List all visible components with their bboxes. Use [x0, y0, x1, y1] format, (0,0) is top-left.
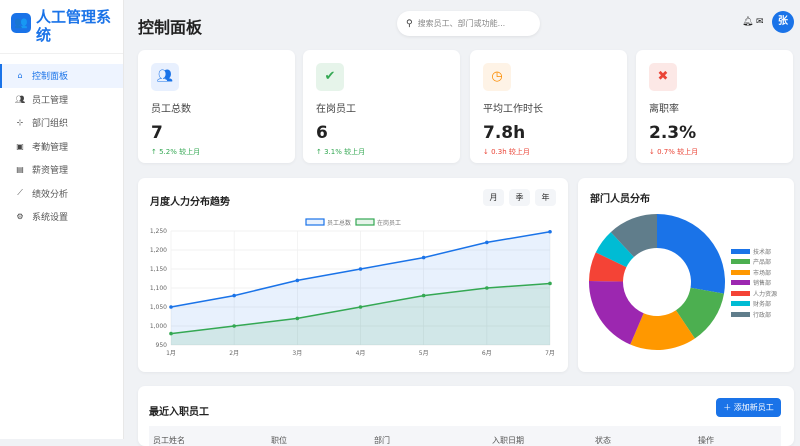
data-point — [358, 305, 363, 309]
y-tick-label: 1,000 — [150, 323, 167, 330]
plus-icon: ＋ — [723, 403, 734, 412]
column-header: 职位 — [271, 436, 287, 445]
table-header: 员工姓名 职位 部门 入职日期 状态 操作 — [149, 426, 781, 446]
legend-swatch — [731, 290, 750, 296]
data-point — [548, 229, 552, 234]
data-point — [485, 240, 489, 245]
data-point — [548, 281, 552, 286]
data-point — [295, 316, 300, 321]
legend-item: 销售部 — [731, 278, 777, 289]
x-tick-label: 1月 — [166, 350, 176, 357]
add-employee-button[interactable]: ＋ 添加新员工 — [716, 398, 781, 417]
legend-item: 市场部 — [731, 267, 777, 278]
legend-item: 财务部 — [731, 299, 777, 310]
data-point — [485, 286, 489, 290]
pie-chart-title: 部门人员分布 — [590, 194, 650, 205]
column-header: 操作 — [698, 436, 714, 445]
department-donut-chart — [589, 214, 725, 350]
y-tick-label: 950 — [156, 342, 168, 349]
legend-swatch — [731, 280, 750, 286]
data-point — [421, 255, 426, 260]
legend-label: 市场部 — [753, 269, 772, 277]
legend-swatch — [731, 248, 750, 254]
legend-label: 人力资源 — [753, 290, 778, 298]
x-tick-label: 4月 — [356, 350, 366, 357]
x-tick-label: 6月 — [482, 350, 492, 357]
column-header: 员工姓名 — [153, 436, 185, 445]
data-point — [295, 278, 300, 283]
legend-item: 技术部 — [731, 246, 777, 257]
data-point — [421, 293, 426, 298]
data-point — [169, 331, 173, 336]
column-header: 状态 — [595, 436, 611, 445]
legend-swatch — [731, 259, 750, 265]
pie-legend: 技术部产品部市场部销售部人力资源财务部行政部 — [731, 246, 777, 320]
legend-swatch — [731, 301, 750, 307]
data-point — [232, 324, 236, 328]
data-point — [358, 267, 363, 271]
column-header: 入职日期 — [492, 436, 524, 445]
y-tick-label: 1,100 — [150, 285, 167, 292]
x-tick-label: 5月 — [419, 350, 429, 357]
x-tick-label: 3月 — [292, 350, 302, 357]
data-point — [232, 293, 236, 298]
recent-hires-title: 最近入职员工 — [149, 407, 209, 418]
legend-label: 在岗员工 — [377, 219, 401, 227]
x-tick-label: 2月 — [229, 350, 239, 357]
pie-slice — [657, 214, 725, 294]
legend-swatch — [731, 311, 750, 317]
legend-swatch — [731, 269, 750, 275]
legend-swatch — [305, 218, 325, 226]
data-point — [169, 305, 173, 309]
legend-item: 人力资源 — [731, 288, 777, 299]
legend-label: 行政部 — [753, 311, 772, 319]
legend-item: 产品部 — [731, 257, 777, 268]
legend-swatch — [355, 218, 375, 226]
y-tick-label: 1,200 — [150, 247, 167, 254]
y-tick-label: 1,050 — [150, 304, 167, 311]
x-tick-label: 7月 — [545, 350, 555, 357]
legend-label: 产品部 — [753, 259, 772, 267]
y-tick-label: 1,250 — [150, 228, 167, 235]
y-tick-label: 1,150 — [150, 266, 167, 273]
legend-label: 技术部 — [753, 248, 772, 256]
legend-item: 行政部 — [731, 309, 777, 320]
legend-label: 财务部 — [753, 301, 772, 309]
add-employee-label: 添加新员工 — [733, 403, 774, 412]
legend-label: 销售部 — [753, 280, 772, 288]
column-header: 部门 — [374, 436, 390, 445]
legend-label: 员工总数 — [327, 219, 351, 227]
